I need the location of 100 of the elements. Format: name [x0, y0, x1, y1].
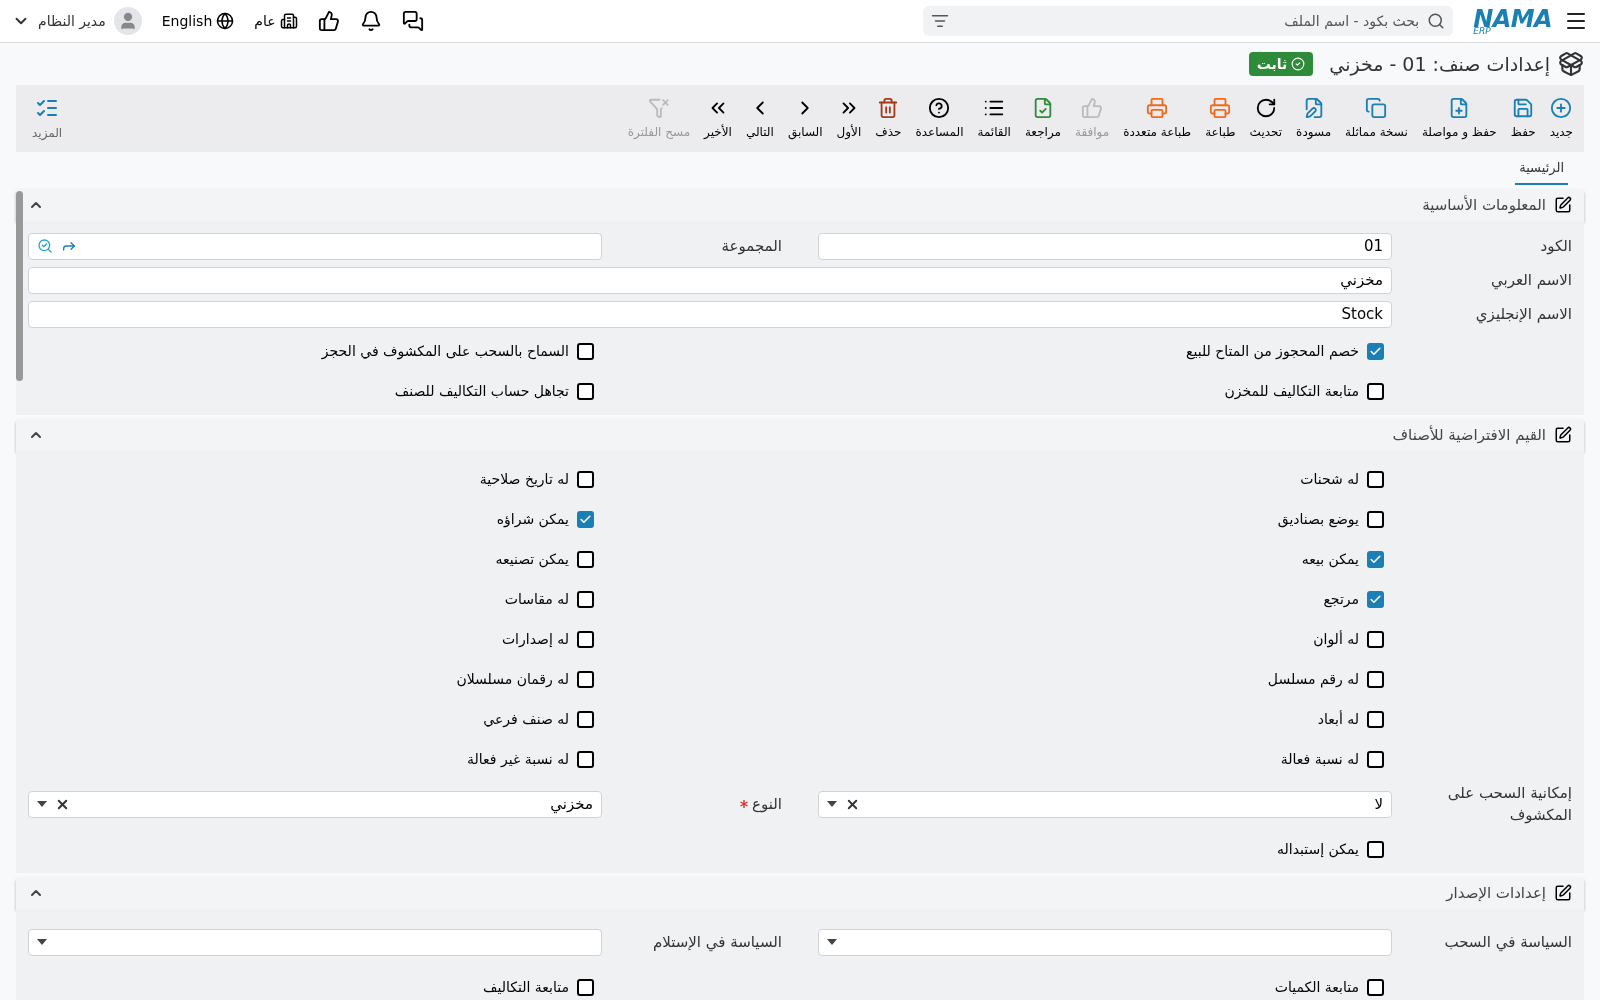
- field-label: إمكانية السحب على المكشوف: [1446, 782, 1572, 826]
- checkbox[interactable]: [577, 670, 594, 688]
- section-header[interactable]: إعدادات الإصدار: [16, 877, 1584, 909]
- checkbox[interactable]: [577, 510, 594, 528]
- checkbox-label: خصم المحجوز من المتاح للبيع: [1186, 341, 1359, 362]
- toolbar-button[interactable]: نسخة مماثلة: [1338, 96, 1415, 141]
- select-field[interactable]: [818, 928, 1392, 956]
- more-button[interactable]: المزيد: [32, 95, 63, 142]
- field-label: السياسة في السحب: [1444, 931, 1572, 954]
- checkbox[interactable]: [1367, 342, 1384, 360]
- checkbox[interactable]: [1367, 630, 1384, 648]
- toolbar-button[interactable]: الأول: [829, 96, 869, 141]
- checkbox-label: متابعة الكميات: [1274, 977, 1359, 997]
- toolbar-button[interactable]: طباعة: [1198, 96, 1243, 141]
- checkbox-label: يمكن بيعه: [1301, 549, 1359, 570]
- chat-icon[interactable]: [401, 10, 424, 32]
- user-menu[interactable]: مدير النظام: [12, 7, 142, 35]
- text-field[interactable]: مخزني: [28, 266, 1392, 294]
- scrollbar[interactable]: [16, 191, 23, 381]
- checkbox-label: له أبعاد: [1317, 709, 1359, 729]
- building-icon: [279, 12, 298, 30]
- edit-icon: [1554, 426, 1572, 444]
- caret-icon[interactable]: [37, 939, 47, 945]
- checkbox-label: يوضع بصناديق: [1277, 509, 1359, 530]
- branch-button[interactable]: عام: [254, 10, 298, 32]
- checkbox[interactable]: [1367, 510, 1384, 528]
- section-title: القيم الافتراضية للأصناف: [1392, 424, 1546, 446]
- printer-icon: [1209, 96, 1232, 119]
- check-icon: [1369, 552, 1382, 566]
- checkbox[interactable]: [1367, 550, 1384, 568]
- text-field[interactable]: 01: [818, 232, 1392, 260]
- checkbox[interactable]: [1367, 670, 1384, 688]
- checkbox-label: له رقمان مسلسلان: [456, 669, 569, 689]
- checkbox-label: متابعة التكاليف: [483, 977, 569, 997]
- toolbar-button[interactable]: حذف: [868, 96, 909, 141]
- caret-icon[interactable]: [827, 939, 837, 945]
- checkbox[interactable]: [1367, 470, 1384, 488]
- checkbox-label: السماح بالسحب على المكشوف في الحجز: [321, 341, 569, 362]
- copy-icon: [1365, 96, 1388, 119]
- toolbar-button[interactable]: تحديث: [1242, 96, 1290, 141]
- section-header[interactable]: المعلومات الأساسية: [16, 189, 1584, 221]
- tab[interactable]: الرئيسية: [1515, 152, 1568, 185]
- section-header[interactable]: القيم الافتراضية للأصناف: [16, 419, 1584, 451]
- toolbar-button[interactable]: التالي: [738, 96, 781, 141]
- checkbox[interactable]: [1367, 750, 1384, 768]
- toolbar-button[interactable]: مراجعة: [1017, 96, 1068, 141]
- select-field[interactable]: مخزني: [28, 790, 602, 818]
- caret-icon[interactable]: [37, 801, 47, 807]
- select-field[interactable]: لا: [818, 790, 1392, 818]
- search-icon[interactable]: [1427, 12, 1446, 30]
- checkbox[interactable]: [577, 382, 594, 400]
- checkbox[interactable]: [577, 470, 594, 488]
- checkbox[interactable]: [577, 342, 594, 360]
- toolbar-button[interactable]: حفظ: [1503, 96, 1543, 141]
- search-icon[interactable]: [37, 238, 53, 254]
- search-field[interactable]: بحث بكود - اسم الملف: [923, 6, 1454, 36]
- check-icon: [1369, 344, 1382, 358]
- checkbox[interactable]: [1367, 978, 1384, 996]
- checkbox[interactable]: [1367, 590, 1384, 608]
- checkbox[interactable]: [1367, 840, 1384, 858]
- checkbox-label: يمكن إستبداله: [1277, 839, 1359, 860]
- toolbar-button[interactable]: المساعدة: [908, 96, 971, 141]
- toolbar-button[interactable]: الأخير: [697, 96, 739, 141]
- check-icon: [579, 512, 592, 526]
- toolbar-button[interactable]: السابق: [780, 96, 830, 141]
- caret-icon[interactable]: [827, 801, 837, 807]
- field-label: النوع: [752, 793, 782, 815]
- page-title: إعدادات صنف: 01 - مخزني: [1329, 51, 1550, 78]
- checkbox-label: له نسبة غير فعالة: [467, 749, 569, 769]
- lookup-field[interactable]: [28, 232, 602, 260]
- checkbox[interactable]: [1367, 382, 1384, 400]
- toolbar-button[interactable]: حفظ و مواصلة: [1414, 96, 1504, 141]
- check-icon: [1369, 592, 1382, 606]
- language-button[interactable]: English: [161, 10, 235, 32]
- bell-icon[interactable]: [359, 10, 382, 32]
- search-input[interactable]: بحث بكود - اسم الملف: [957, 10, 1420, 32]
- checkbox[interactable]: [577, 630, 594, 648]
- checkbox-label: مرتجع: [1323, 589, 1359, 610]
- text-field[interactable]: Stock: [28, 300, 1392, 328]
- toolbar-button[interactable]: القائمة: [970, 96, 1018, 141]
- field-label: الاسم العربي: [1491, 271, 1572, 289]
- thumbs-up-icon: [1081, 96, 1104, 119]
- plus-circle-icon: [1550, 96, 1573, 119]
- thumbs-up-icon[interactable]: [317, 10, 340, 32]
- toolbar-button[interactable]: مسودة: [1289, 96, 1339, 141]
- status-badge: ثابت: [1248, 52, 1314, 76]
- checkbox[interactable]: [577, 710, 594, 728]
- filter-icon[interactable]: [931, 12, 950, 30]
- checkbox[interactable]: [577, 550, 594, 568]
- select-field[interactable]: [28, 928, 602, 956]
- help-icon: [928, 96, 951, 119]
- checkbox[interactable]: [1367, 710, 1384, 728]
- checkbox[interactable]: [577, 978, 594, 996]
- checkbox[interactable]: [577, 750, 594, 768]
- toolbar-button[interactable]: طباعة متعددة: [1116, 96, 1199, 141]
- checkbox-label: له مقاسات: [504, 589, 569, 609]
- toolbar-button[interactable]: جديد: [1542, 96, 1580, 141]
- edit-icon: [1554, 196, 1572, 214]
- field-label: السياسة في الإستلام: [652, 931, 782, 954]
- checkbox[interactable]: [577, 590, 594, 608]
